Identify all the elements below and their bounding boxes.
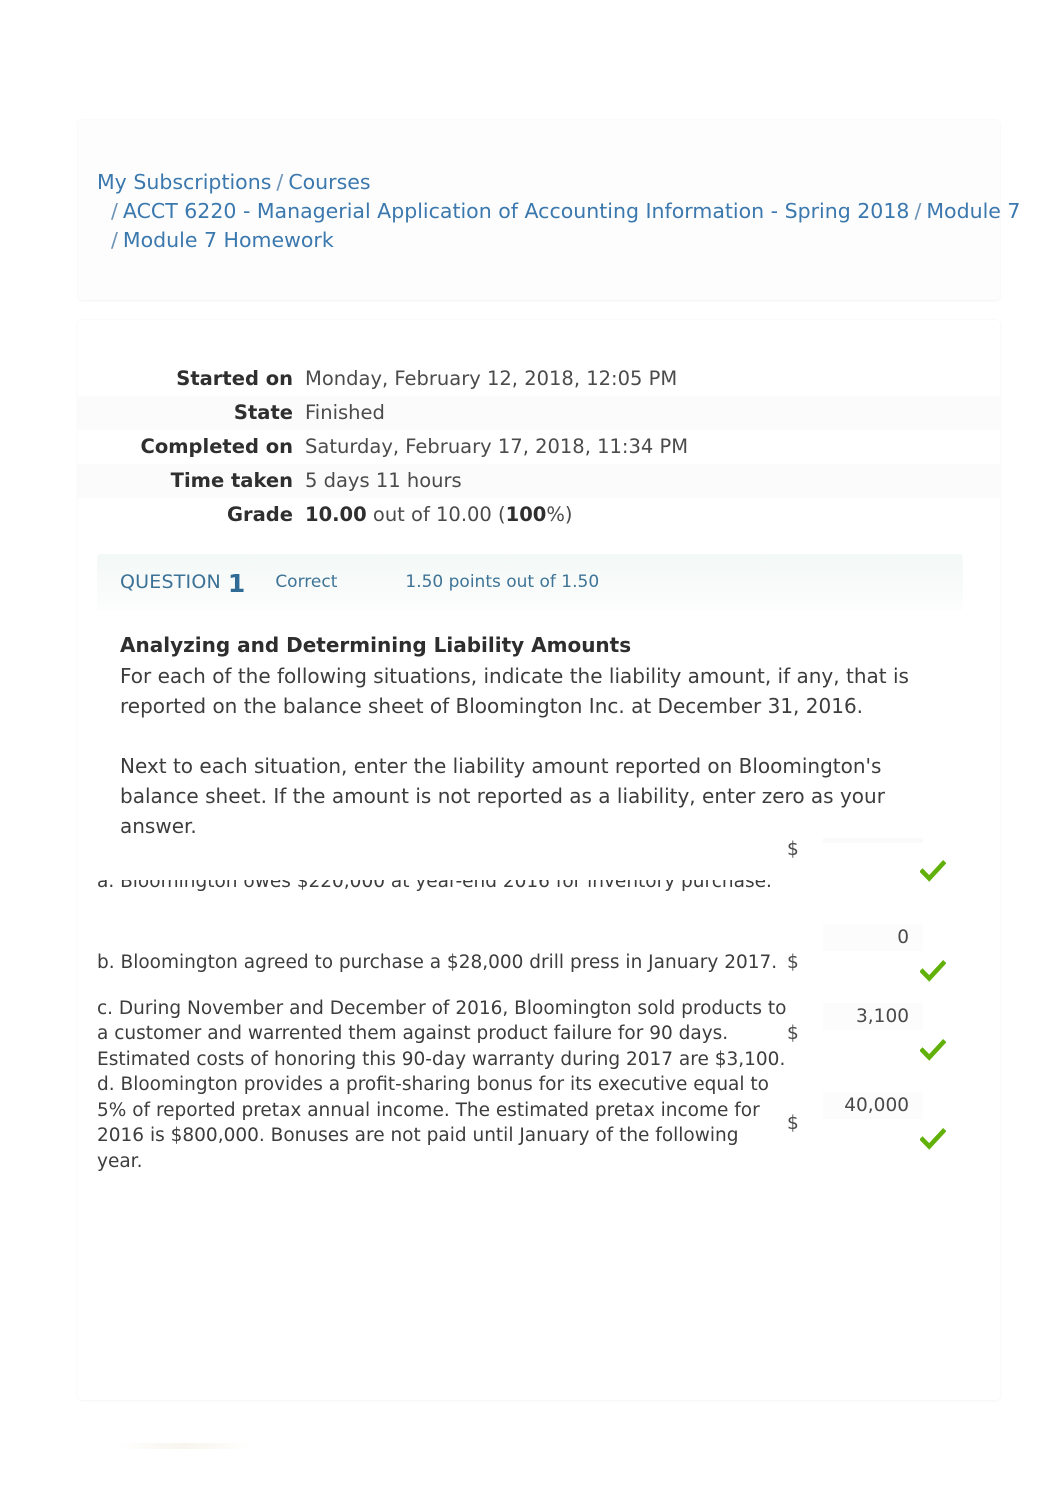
breadcrumb-item-my-subscriptions[interactable]: My Subscriptions [97,170,271,194]
breadcrumb-separator: / [111,199,118,223]
situation-cell-c: c. During November and December of 2016,… [97,997,787,1070]
question-block: QUESTION 1 Correct 1.50 points out of 1.… [97,554,963,841]
breadcrumb-separator: / [276,170,284,194]
answer-cell-a [821,838,963,904]
table-row: Started on Monday, February 12, 2018, 12… [78,362,1000,396]
breadcrumb-separator: / [111,228,118,252]
table-row: Completed on Saturday, February 17, 2018… [78,430,1000,464]
attempt-summary-table: Started on Monday, February 12, 2018, 12… [78,362,1000,532]
summary-label-state: State [78,396,305,430]
check-icon [821,857,963,882]
summary-value-completed-on: Saturday, February 17, 2018, 11:34 PM [305,435,689,458]
table-row: Time taken 5 days 11 hours [78,464,1000,498]
question-paragraph-1: For each of the following situations, in… [120,664,909,718]
question-state-badge: Correct [275,572,338,592]
breadcrumb-separator: / [914,199,922,223]
table-row: State Finished [78,396,1000,430]
check-icon [821,1125,963,1150]
page-bottom-artifact [117,1443,252,1449]
breadcrumb-item-homework[interactable]: Module 7 Homework [123,228,334,252]
answer-table: a. Bloomington owes $220,000 at year-end… [97,838,963,1174]
situation-text-a: a. Bloomington owes $220,000 at year-end… [97,880,772,892]
breadcrumb-item-module[interactable]: Module 7 [926,199,1020,223]
situation-cell-b: b. Bloomington agreed to purchase a $28,… [97,952,778,973]
breadcrumb: My Subscriptions / Courses / ACCT 6220 - Ma… [97,168,1020,255]
currency-symbol-c: $ [787,1023,799,1045]
answer-cell-b [821,923,963,996]
answer-input-b[interactable] [823,923,923,951]
grade-percent: 100 [505,503,547,526]
question-body: Analyzing and Determining Liability Amou… [97,610,963,841]
answer-input-c[interactable] [823,1002,923,1030]
question-number: 1 [227,568,246,598]
situation-cell-d: d. Bloomington provides a profit-sharing… [97,1074,769,1172]
summary-label-grade: Grade [227,503,293,526]
situation-cell-a: a. Bloomington owes $220,000 at year-end… [97,838,787,904]
question-header: QUESTION 1 Correct 1.50 points out of 1.… [97,554,963,610]
answer-cell-d [821,1072,963,1174]
quiz-review-page: My Subscriptions / Courses / ACCT 6220 - Ma… [0,0,1062,1506]
answer-table-viewport: a. Bloomington owes $220,000 at year-end… [97,838,963,1224]
table-row: b. Bloomington agreed to purchase a $28,… [97,923,963,996]
question-paragraph-2: Next to each situation, enter the liabil… [120,754,885,838]
table-row: Grade 10.00 out of 10.00 (100%) [78,498,1000,532]
summary-label-time-taken: Time taken [78,464,305,498]
answer-cell-c [821,996,963,1073]
summary-value-state: Finished [305,396,1000,430]
check-icon [821,1036,963,1061]
grade-suffix: %) [546,503,573,526]
summary-value-started-on: Monday, February 12, 2018, 12:05 PM [305,367,678,390]
summary-value-grade: 10.00 out of 10.00 (100%) [305,498,1000,532]
question-label: QUESTION [120,571,221,593]
breadcrumb-card: My Subscriptions / Courses / ACCT 6220 - Ma… [78,120,1020,300]
summary-label-started-on: Started on [176,367,293,390]
currency-symbol-b: $ [787,952,799,974]
currency-symbol-a: $ [787,838,799,860]
question-points: 1.50 points out of 1.50 [405,572,600,592]
table-row: c. During November and December of 2016,… [97,996,963,1073]
summary-value-time-taken: 5 days 11 hours [305,464,1000,498]
summary-label-completed-on: Completed on [140,435,293,458]
table-row: d. Bloomington provides a profit-sharing… [97,1072,963,1174]
grade-middle: out of 10.00 ( [366,503,506,526]
breadcrumb-item-course[interactable]: ACCT 6220 - Managerial Application of Ac… [123,199,910,223]
currency-symbol-d: $ [787,1112,799,1134]
table-row: a. Bloomington owes $220,000 at year-end… [97,838,963,904]
answer-input-d[interactable] [823,1092,923,1119]
grade-earned: 10.00 [305,503,367,526]
breadcrumb-item-courses[interactable]: Courses [288,170,370,194]
question-title: Analyzing and Determining Liability Amou… [120,633,632,657]
check-icon [821,957,963,982]
answer-input-a[interactable] [823,838,923,843]
